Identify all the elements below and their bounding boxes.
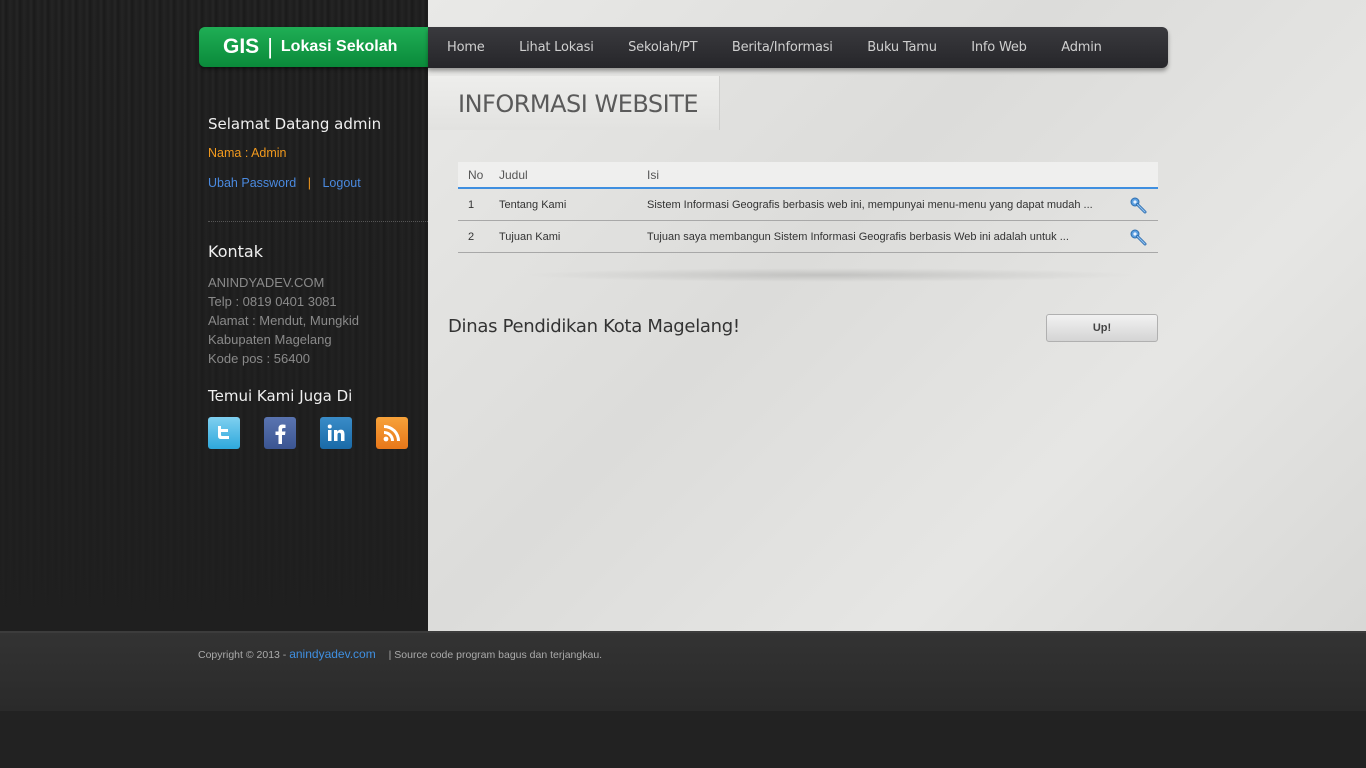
welcome-heading: Selamat Datang admin <box>208 115 382 133</box>
row-judul: Tujuan Kami <box>499 230 561 243</box>
nav-home[interactable]: Home <box>447 40 485 55</box>
copyright: Copyright © 2013 - anindyadev.com | Sour… <box>198 647 602 661</box>
site-logo[interactable]: GIS | Lokasi Sekolah <box>199 27 428 67</box>
header-isi: Isi <box>647 167 659 182</box>
logo-gis: GIS <box>223 35 260 58</box>
nav-lihat-lokasi[interactable]: Lihat Lokasi <box>519 40 594 55</box>
info-table: No Judul Isi 1 Tentang Kami Sistem Infor… <box>458 162 1158 253</box>
twitter-icon[interactable] <box>208 417 240 449</box>
row-isi: Tujuan saya membangun Sistem Informasi G… <box>647 230 1069 243</box>
header-judul: Judul <box>499 167 528 182</box>
nav-berita-informasi[interactable]: Berita/Informasi <box>732 40 833 55</box>
logout-link[interactable]: Logout <box>322 176 360 190</box>
rss-icon[interactable] <box>376 417 408 449</box>
main-nav: Home Lihat Lokasi Sekolah/PT Berita/Info… <box>428 27 1168 68</box>
logo-separator: | <box>267 34 273 59</box>
logo-title: Lokasi Sekolah <box>280 38 398 55</box>
header-no: No <box>468 167 484 182</box>
linkedin-icon[interactable] <box>320 417 352 449</box>
nav-sekolah-pt[interactable]: Sekolah/PT <box>628 40 697 55</box>
nav-admin[interactable]: Admin <box>1061 40 1102 55</box>
scroll-up-button[interactable]: Up! <box>1046 314 1158 342</box>
copyright-text: Copyright © 2013 - <box>198 649 287 661</box>
edit-icon[interactable] <box>1117 228 1158 246</box>
page-title: INFORMASI WEBSITE <box>458 90 699 118</box>
facebook-icon[interactable] <box>264 417 296 449</box>
contact-line: ANINDYADEV.COM <box>208 275 325 290</box>
nav-buku-tamu[interactable]: Buku Tamu <box>867 40 937 55</box>
user-name: Nama : Admin <box>208 146 287 160</box>
table-header: No Judul Isi <box>458 162 1158 189</box>
contact-line: Alamat : Mendut, Mungkid <box>208 313 360 328</box>
row-judul: Tentang Kami <box>499 198 567 211</box>
contact-line: Telp : 0819 0401 3081 <box>208 294 337 309</box>
table-row: 1 Tentang Kami Sistem Informasi Geografi… <box>458 189 1158 221</box>
account-links: Ubah Password | Logout <box>208 176 361 190</box>
footer-tagline: | Source code program bagus dan terjangk… <box>388 649 603 661</box>
table-row: 2 Tujuan Kami Tujuan saya membangun Sist… <box>458 221 1158 253</box>
row-isi: Sistem Informasi Geografis berbasis web … <box>647 198 1093 211</box>
content-shadow <box>520 268 1140 282</box>
contact-heading: Kontak <box>208 242 263 261</box>
social-heading: Temui Kami Juga Di <box>208 387 353 405</box>
row-no: 2 <box>468 230 475 243</box>
sidebar-divider <box>208 221 428 222</box>
page-footer <box>0 631 1366 711</box>
nav-info-web[interactable]: Info Web <box>971 40 1027 55</box>
change-password-link[interactable]: Ubah Password <box>208 176 296 190</box>
organization-note: Dinas Pendidikan Kota Magelang! <box>448 316 740 337</box>
row-no: 1 <box>468 198 475 211</box>
edit-icon[interactable] <box>1117 196 1158 214</box>
contact-line: Kabupaten Magelang <box>208 332 332 347</box>
contact-line: Kode pos : 56400 <box>208 351 310 366</box>
link-separator: | <box>307 176 311 190</box>
footer-site-link[interactable]: anindyadev.com <box>289 647 376 661</box>
